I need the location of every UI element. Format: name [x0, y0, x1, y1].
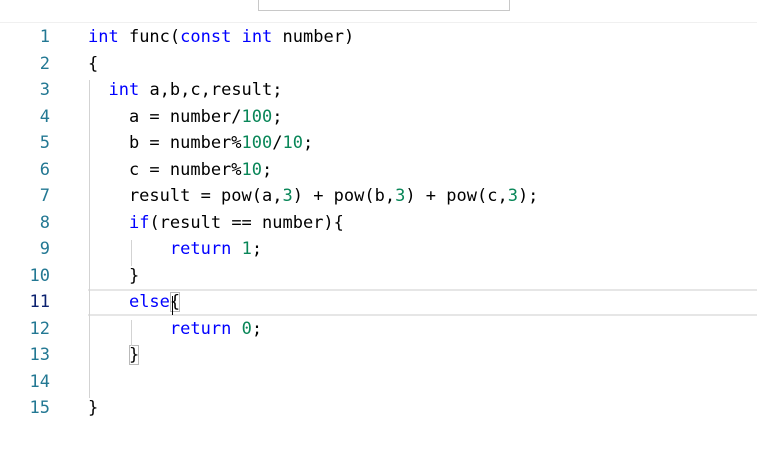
number-token: 1 — [241, 239, 252, 259]
code-line[interactable]: 5 b = number%100/10; — [0, 130, 757, 157]
editor-top-border — [0, 22, 757, 23]
code-token: ) + pow(c, — [405, 186, 508, 206]
code-token: result = pow(a, — [88, 186, 283, 206]
bracket-match-token: } — [128, 345, 140, 365]
number-token: 100 — [241, 133, 273, 153]
code-editor[interactable]: 1 int func(const int number) 2{3 int a,b,c… — [0, 24, 757, 422]
code-line[interactable]: 13 } — [0, 342, 757, 369]
code-line[interactable]: 15} — [0, 395, 757, 422]
keyword-token: if — [128, 212, 150, 233]
line-code[interactable]: a = number/100; — [88, 104, 283, 131]
code-token: func( — [118, 27, 181, 47]
number-token: 3 — [507, 186, 518, 206]
line-code[interactable]: if(result == number){ — [88, 210, 344, 237]
code-token: ; — [262, 159, 273, 180]
indent-guide — [89, 80, 90, 398]
line-code[interactable]: c = number%10; — [88, 157, 272, 184]
line-code[interactable]: return 0; — [88, 316, 262, 343]
line-number: 8 — [39, 212, 50, 233]
line-number: 7 — [39, 186, 50, 206]
code-token: ) + pow(b, — [292, 186, 396, 206]
code-token: number) — [272, 27, 355, 47]
code-line[interactable]: 12 return 0; — [0, 316, 757, 343]
keyword-token: int — [108, 80, 140, 100]
code-line[interactable]: 2{ — [0, 51, 757, 78]
keyword-token: else — [128, 292, 170, 312]
code-token: { — [88, 53, 99, 74]
line-code[interactable]: int a,b,c,result; — [88, 77, 283, 104]
line-code[interactable]: b = number%100/10; — [88, 130, 313, 157]
code-token: } — [88, 398, 99, 418]
code-line[interactable]: 10 } — [0, 263, 757, 290]
code-line[interactable]: 6 c = number%10; — [0, 157, 757, 184]
code-line[interactable]: 1 int func(const int number) — [0, 24, 757, 51]
code-line[interactable]: 8 if(result == number){ — [0, 210, 757, 237]
code-token: c = number% — [88, 159, 242, 180]
line-code[interactable]: result = pow(a,3) + pow(b,3) + pow(c,3); — [88, 183, 538, 210]
code-token: ; — [251, 239, 263, 259]
line-number: 4 — [39, 106, 50, 127]
code-line[interactable]: 11 else{ — [0, 289, 757, 316]
code-token: ; — [302, 133, 314, 153]
number-token: 3 — [395, 186, 406, 206]
indent-guide — [131, 320, 132, 346]
line-number: 5 — [39, 133, 50, 153]
number-token: 10 — [241, 159, 263, 180]
line-number: 2 — [39, 53, 50, 74]
code-token: a = number/ — [88, 106, 242, 127]
text-cursor — [172, 296, 173, 315]
line-number: 14 — [29, 371, 50, 392]
number-token: 3 — [282, 186, 293, 206]
line-code[interactable]: } — [88, 263, 139, 290]
line-code[interactable]: int func(const int number) — [88, 24, 354, 51]
code-token: ; — [272, 106, 283, 127]
line-number: 12 — [29, 318, 50, 339]
number-token: 100 — [241, 106, 273, 127]
code-token: / — [272, 133, 283, 153]
keyword-token: int — [88, 27, 119, 47]
keyword-token: const — [180, 27, 232, 47]
code-line[interactable]: 9 return 1; — [0, 236, 757, 263]
code-lines: 1 int func(const int number) 2{3 int a,b,c… — [0, 24, 757, 422]
keyword-token: int — [241, 27, 273, 47]
line-number: 11 — [29, 292, 50, 312]
line-number: 3 — [39, 80, 50, 100]
code-token: } — [88, 265, 140, 286]
line-code[interactable]: { — [88, 51, 98, 78]
keyword-token: return — [169, 239, 232, 259]
number-token: 10 — [282, 133, 303, 153]
code-token: (result == number){ — [149, 212, 344, 233]
line-number: 6 — [39, 159, 50, 180]
code-token: ; — [251, 318, 263, 339]
code-line[interactable]: 14 — [0, 369, 757, 396]
line-code[interactable]: else{ — [88, 289, 181, 316]
indent-guide — [131, 240, 132, 266]
code-token: b = number% — [88, 133, 242, 153]
code-line[interactable]: 3 int a,b,c,result; — [0, 77, 757, 104]
line-code[interactable]: return 1; — [88, 236, 262, 263]
line-number: 1 — [39, 27, 50, 47]
code-token: ); — [517, 186, 539, 206]
code-token: a,b,c,result; — [139, 80, 283, 100]
find-widget[interactable] — [258, 0, 510, 11]
keyword-token: return — [169, 318, 232, 339]
code-line[interactable]: 4 a = number/100; — [0, 104, 757, 131]
line-number: 10 — [29, 265, 50, 286]
line-number: 15 — [29, 398, 50, 418]
line-code[interactable]: } — [88, 395, 98, 422]
line-number: 9 — [39, 239, 50, 259]
code-line[interactable]: 7 result = pow(a,3) + pow(b,3) + pow(c,3… — [0, 183, 757, 210]
line-number: 13 — [29, 345, 50, 365]
number-token: 0 — [241, 318, 252, 339]
